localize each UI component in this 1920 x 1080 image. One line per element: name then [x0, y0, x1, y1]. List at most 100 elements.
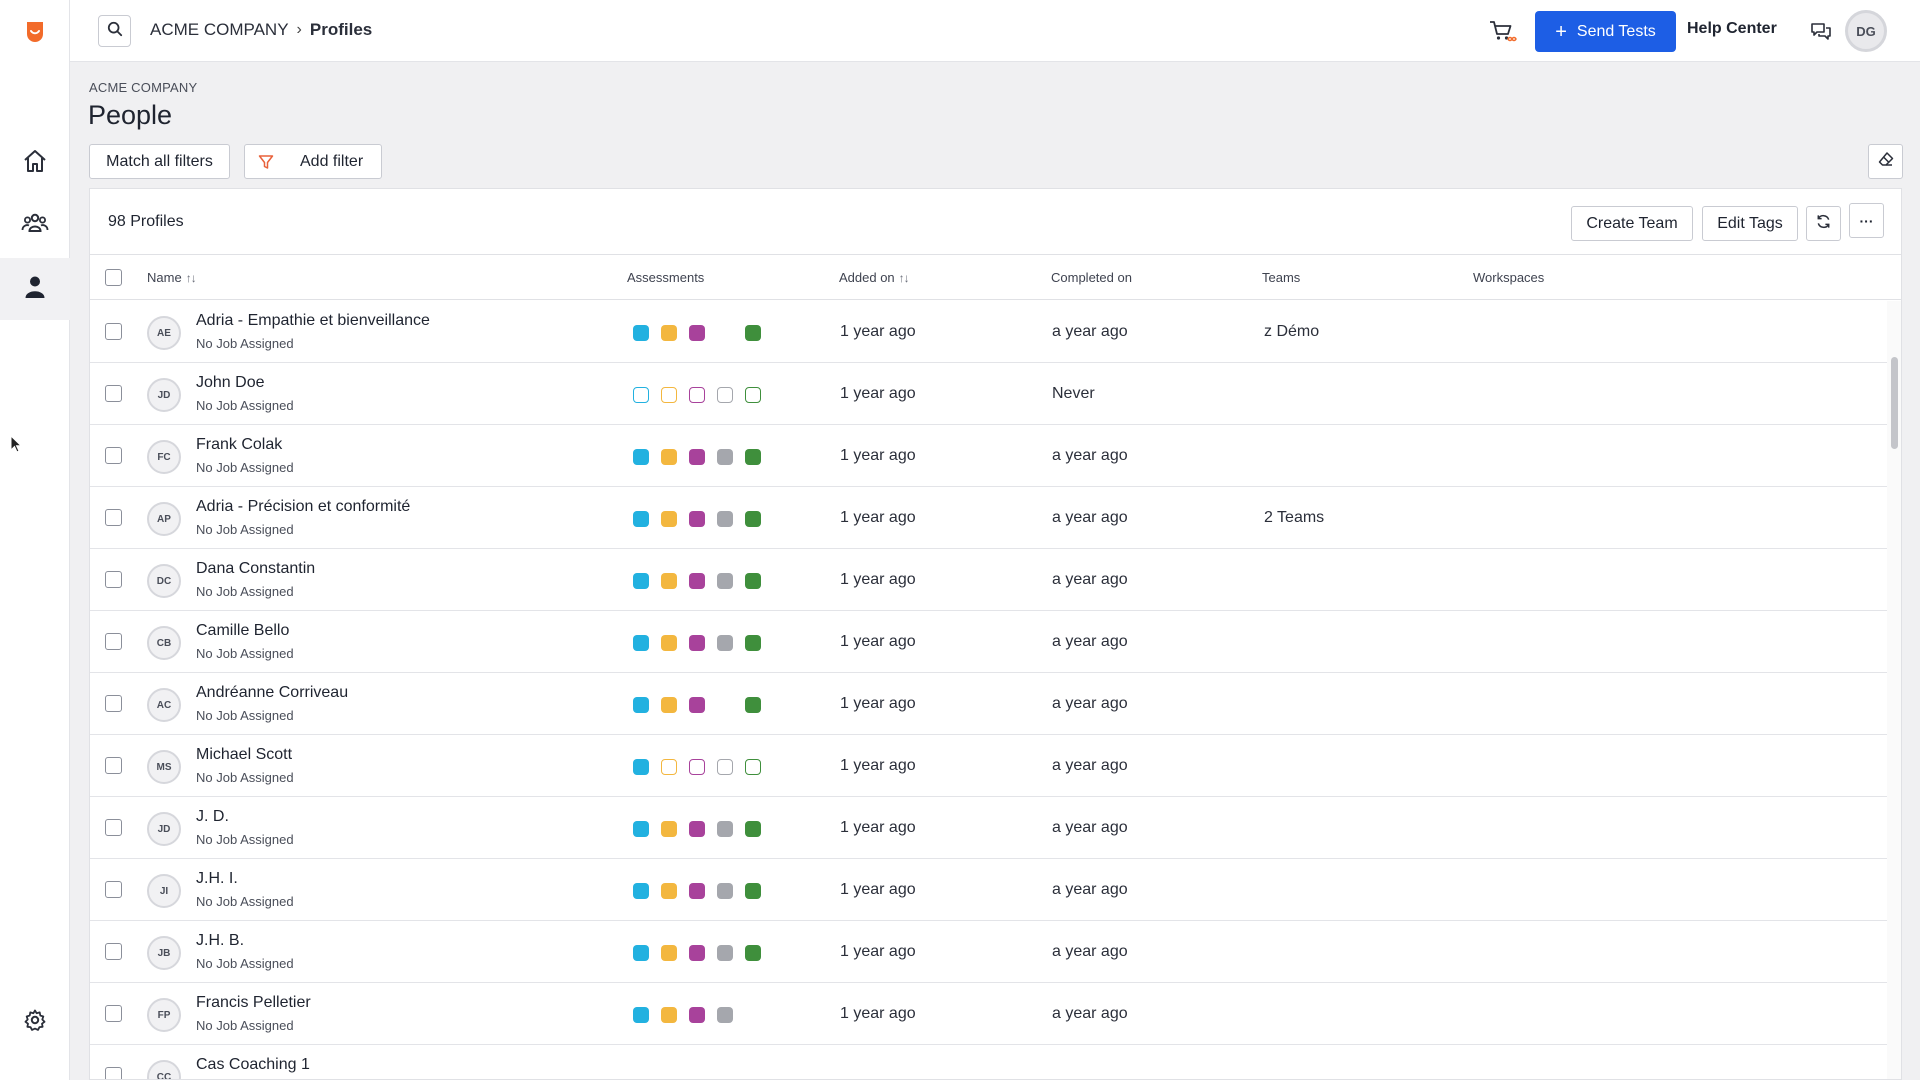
column-name[interactable]: Name ↑↓: [147, 270, 197, 285]
assessment-status-icon[interactable]: [689, 449, 705, 465]
profile-name-link[interactable]: Michael Scott: [196, 746, 292, 764]
profile-name-link[interactable]: Camille Bello: [196, 622, 289, 640]
assessment-status-icon[interactable]: [717, 945, 733, 961]
row-checkbox[interactable]: [105, 633, 122, 650]
profile-name-link[interactable]: Francis Pelletier: [196, 994, 311, 1012]
nav-home[interactable]: [0, 132, 70, 194]
clear-filters-button[interactable]: [1868, 144, 1903, 179]
row-checkbox[interactable]: [105, 819, 122, 836]
assessment-status-icon[interactable]: [661, 511, 677, 527]
row-checkbox[interactable]: [105, 323, 122, 340]
scrollbar-thumb[interactable]: [1891, 357, 1898, 449]
assessment-status-icon[interactable]: [689, 759, 705, 775]
assessment-status-icon[interactable]: [689, 325, 705, 341]
assessment-status-icon[interactable]: [745, 883, 761, 899]
assessment-status-icon[interactable]: [745, 821, 761, 837]
assessment-status-icon[interactable]: [745, 325, 761, 341]
assessment-status-icon[interactable]: [661, 759, 677, 775]
app-logo-icon[interactable]: [22, 18, 48, 44]
help-center-link[interactable]: Help Center: [1687, 20, 1777, 38]
table-row[interactable]: CC Cas Coaching 1: [90, 1045, 1887, 1079]
profile-name-link[interactable]: John Doe: [196, 374, 265, 392]
profile-name-link[interactable]: J.H. I.: [196, 870, 238, 888]
table-row[interactable]: JD J. D. No Job Assigned 1 year ago a year a…: [90, 797, 1887, 859]
row-checkbox[interactable]: [105, 385, 122, 402]
table-row[interactable]: FC Frank Colak No Job Assigned 1 year ago a …: [90, 425, 1887, 487]
assessment-status-icon[interactable]: [717, 821, 733, 837]
table-row[interactable]: MS Michael Scott No Job Assigned 1 year ago…: [90, 735, 1887, 797]
profile-name-link[interactable]: Adria - Précision et conformité: [196, 498, 410, 516]
assessment-status-icon[interactable]: [745, 387, 761, 403]
profile-name-link[interactable]: Dana Constantin: [196, 560, 315, 578]
assessment-status-icon[interactable]: [633, 821, 649, 837]
assessment-status-icon[interactable]: [633, 883, 649, 899]
assessment-status-icon[interactable]: [745, 449, 761, 465]
messages-button[interactable]: [1810, 20, 1832, 42]
row-checkbox[interactable]: [105, 1005, 122, 1022]
assessment-status-icon[interactable]: [633, 635, 649, 651]
assessment-status-icon[interactable]: [689, 635, 705, 651]
assessment-status-icon[interactable]: [745, 945, 761, 961]
send-tests-button[interactable]: + Send Tests: [1535, 11, 1676, 52]
row-checkbox[interactable]: [105, 695, 122, 712]
assessment-status-icon[interactable]: [745, 759, 761, 775]
assessment-status-icon[interactable]: [717, 759, 733, 775]
assessment-status-icon[interactable]: [633, 573, 649, 589]
assessment-status-icon[interactable]: [661, 325, 677, 341]
table-row[interactable]: AP Adria - Précision et conformité No Job …: [90, 487, 1887, 549]
refresh-button[interactable]: [1806, 206, 1841, 241]
profile-name-link[interactable]: J.H. B.: [196, 932, 244, 950]
assessment-status-icon[interactable]: [745, 635, 761, 651]
assessment-status-icon[interactable]: [633, 387, 649, 403]
assessment-status-icon[interactable]: [661, 883, 677, 899]
nav-profiles[interactable]: [0, 258, 70, 320]
row-checkbox[interactable]: [105, 1067, 122, 1079]
table-row[interactable]: FP Francis Pelletier No Job Assigned 1 year…: [90, 983, 1887, 1045]
assessment-status-icon[interactable]: [633, 945, 649, 961]
table-row[interactable]: CB Camille Bello No Job Assigned 1 year ago…: [90, 611, 1887, 673]
assessment-status-icon[interactable]: [633, 697, 649, 713]
nav-settings[interactable]: [0, 1000, 70, 1044]
select-all-checkbox[interactable]: [105, 269, 122, 286]
cart-button[interactable]: [1488, 18, 1518, 46]
table-row[interactable]: JI J.H. I. No Job Assigned 1 year ago a year…: [90, 859, 1887, 921]
assessment-status-icon[interactable]: [633, 449, 649, 465]
assessment-status-icon[interactable]: [717, 511, 733, 527]
assessment-status-icon[interactable]: [633, 511, 649, 527]
assessment-status-icon[interactable]: [689, 1007, 705, 1023]
assessment-status-icon[interactable]: [717, 573, 733, 589]
row-checkbox[interactable]: [105, 509, 122, 526]
assessment-status-icon[interactable]: [661, 697, 677, 713]
assessment-status-icon[interactable]: [661, 635, 677, 651]
assessment-status-icon[interactable]: [689, 573, 705, 589]
profile-name-link[interactable]: Cas Coaching 1: [196, 1056, 310, 1074]
assessment-status-icon[interactable]: [689, 511, 705, 527]
row-checkbox[interactable]: [105, 943, 122, 960]
assessment-status-icon[interactable]: [661, 449, 677, 465]
row-checkbox[interactable]: [105, 757, 122, 774]
column-added-on[interactable]: Added on ↑↓: [839, 270, 910, 285]
nav-teams[interactable]: [0, 194, 70, 256]
assessment-status-icon[interactable]: [717, 635, 733, 651]
assessment-status-icon[interactable]: [745, 511, 761, 527]
assessment-status-icon[interactable]: [661, 821, 677, 837]
create-team-button[interactable]: Create Team: [1571, 206, 1693, 241]
profile-name-link[interactable]: Andréanne Corriveau: [196, 684, 348, 702]
table-row[interactable]: JB J.H. B. No Job Assigned 1 year ago a year…: [90, 921, 1887, 983]
table-row[interactable]: DC Dana Constantin No Job Assigned 1 year a…: [90, 549, 1887, 611]
more-options-button[interactable]: ···: [1849, 203, 1884, 238]
teams-value[interactable]: z Démo: [1264, 323, 1319, 341]
user-avatar[interactable]: DG: [1845, 10, 1887, 52]
table-row[interactable]: AE Adria - Empathie et bienveillance No Jo…: [90, 301, 1887, 363]
assessment-status-icon[interactable]: [689, 945, 705, 961]
assessment-status-icon[interactable]: [633, 759, 649, 775]
assessment-status-icon[interactable]: [717, 1007, 733, 1023]
search-button[interactable]: [98, 15, 131, 47]
assessment-status-icon[interactable]: [661, 945, 677, 961]
assessment-status-icon[interactable]: [689, 821, 705, 837]
profile-name-link[interactable]: Frank Colak: [196, 436, 282, 454]
assessment-status-icon[interactable]: [745, 573, 761, 589]
assessment-status-icon[interactable]: [633, 1007, 649, 1023]
assessment-status-icon[interactable]: [689, 697, 705, 713]
row-checkbox[interactable]: [105, 881, 122, 898]
